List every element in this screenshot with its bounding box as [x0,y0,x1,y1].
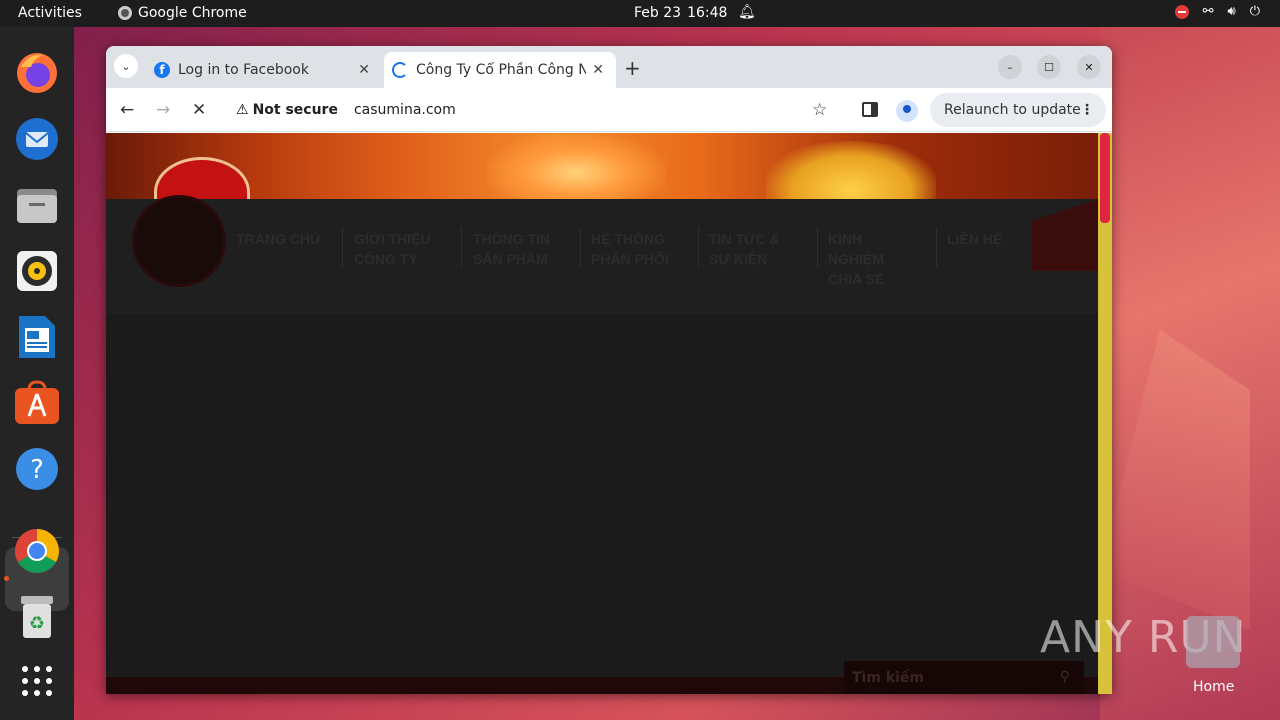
home-folder-icon[interactable] [1186,616,1240,668]
do-not-disturb-icon [1174,4,1189,19]
nav-trang-chu[interactable]: TRANG CHỦ [236,229,320,249]
app-center-icon[interactable] [13,379,61,427]
nav-gioi-thieu[interactable]: GIỚI THIỆU CÔNG TY [354,229,431,269]
site-nav: TRANG CHỦ GIỚI THIỆU CÔNG TY THÔNG TIN S… [106,199,1098,314]
chrome-icon[interactable] [13,527,61,575]
stop-icon[interactable]: ✕ [192,100,206,120]
side-panel-icon[interactable] [862,102,878,117]
writer-icon[interactable] [13,313,61,361]
running-indicator [4,576,9,581]
nav-he-thong[interactable]: HỆ THỐNG PHÂN PHỐI [591,229,669,269]
nav-label: LIÊN HỆ [947,231,1003,247]
site-search-input[interactable]: Tìm kiếm ⚲ [844,661,1084,694]
site-logo-emblem[interactable] [132,195,226,287]
nav-kinh-nghiem[interactable]: KINH NGHIỆM CHIA SẺ [828,229,884,289]
app-menu[interactable]: Google Chrome [118,5,247,21]
nav-divider [817,227,818,267]
flame-graphic [486,133,666,199]
back-icon[interactable]: ← [120,100,134,120]
nav-label: TRANG CHỦ [236,231,320,247]
relaunch-label: Relaunch to update [944,102,1081,118]
browser-toolbar: ← → ✕ ⚠ Not secure casumina.com ☆ Relaun… [106,88,1112,132]
relaunch-button[interactable]: Relaunch to update ⋮ [930,93,1106,127]
nav-label: THÔNG TIN [473,231,550,247]
web-page: TRANG CHỦ GIỚI THIỆU CÔNG TY THÔNG TIN S… [106,133,1098,694]
dock: ? ♻ [0,27,74,720]
top-bar: Activities Google Chrome Feb 23 16:48 🔔︎… [0,0,1280,27]
profile-avatar-icon[interactable] [896,100,918,122]
forward-icon[interactable]: → [156,100,170,120]
home-label: Home [1193,679,1235,695]
chrome-window: ⌄ f Log in to Facebook ✕ Công Ty Cổ Phần… [106,46,1112,694]
help-icon[interactable]: ? [13,445,61,493]
clock[interactable]: Feb 23 16:48 [634,5,727,21]
files-icon[interactable] [13,181,61,229]
nav-label: HỆ THỐNG [591,231,665,247]
power-icon: ⏻ [1249,4,1260,19]
tab-facebook[interactable]: f Log in to Facebook ✕ [146,52,382,88]
loading-spinner-icon [392,62,408,78]
tab-casumina[interactable]: Công Ty Cổ Phần Công N ✕ [384,52,616,88]
nav-thong-tin[interactable]: THÔNG TIN SẢN PHẨM [473,229,550,269]
volume-icon: 🔊︎ [1227,4,1236,19]
nav-label: CHIA SẺ [828,271,885,287]
thunderbird-icon[interactable] [13,115,61,163]
trash-icon[interactable]: ♻ [13,593,61,641]
nav-label: GIỚI THIỆU [354,231,431,247]
app-name-label: Google Chrome [138,5,247,21]
nav-label: KINH [828,231,863,247]
nav-label: TIN TỨC & [709,231,780,247]
nav-divider [580,227,581,267]
nav-divider [342,227,343,267]
search-placeholder: Tìm kiếm [852,669,925,686]
firefox-icon[interactable] [13,49,61,97]
activities-button[interactable]: Activities [18,5,82,21]
warning-icon: ⚠ [236,102,249,118]
tab-close-icon[interactable]: ✕ [358,62,370,78]
nav-lien-he[interactable]: LIÊN HỆ [947,229,1002,249]
page-scrollbar[interactable] [1098,133,1112,694]
tab-title: Công Ty Cổ Phần Công N [416,62,586,78]
system-tray[interactable]: ⚯ 🔊︎ ⏻ [1174,4,1260,19]
apps-grid-icon[interactable] [13,657,61,705]
tab-search-button[interactable]: ⌄ [114,54,138,78]
page-content-overlay [106,314,1098,694]
facebook-favicon-icon: f [154,62,170,78]
svg-text:♻: ♻ [29,613,45,634]
notification-bell-icon: 🔔︎ [738,4,756,20]
tab-close-icon[interactable]: ✕ [592,62,604,78]
maximize-button[interactable]: ☐ [1037,55,1061,79]
menu-dots-icon: ⋮ [1080,102,1094,118]
nav-divider [698,227,699,267]
svg-text:?: ? [30,455,44,485]
close-window-button[interactable]: ✕ [1077,55,1101,79]
nav-label: NGHIỆM [828,251,884,267]
minimize-button[interactable]: – [998,55,1022,79]
address-bar[interactable]: ⚠ Not secure casumina.com [226,94,846,126]
time-label: 16:48 [687,5,728,21]
security-label[interactable]: Not secure [253,102,338,118]
bookmark-star-icon[interactable]: ☆ [812,100,827,120]
site-banner [106,133,1098,227]
network-icon: ⚯ [1202,4,1214,19]
nav-label: SỰ KIỆN [709,251,768,267]
nav-corner-shape [1032,199,1098,271]
scrollbar-thumb[interactable] [1100,133,1110,223]
nav-label: PHÂN PHỐI [591,251,669,267]
new-tab-button[interactable]: + [624,56,641,80]
date-label: Feb 23 [634,5,682,21]
nav-divider [936,227,937,267]
tab-strip: ⌄ f Log in to Facebook ✕ Công Ty Cổ Phần… [106,46,1112,88]
chrome-small-icon [118,6,132,20]
url-text[interactable]: casumina.com [354,102,456,118]
nav-tin-tuc[interactable]: TIN TỨC & SỰ KIỆN [709,229,780,269]
tab-title: Log in to Facebook [178,62,309,78]
nav-label: SẢN PHẨM [473,251,548,267]
search-icon[interactable]: ⚲ [1060,669,1070,685]
rhythmbox-icon[interactable] [13,247,61,295]
nav-label: CÔNG TY [354,251,418,267]
nav-divider [461,227,462,267]
